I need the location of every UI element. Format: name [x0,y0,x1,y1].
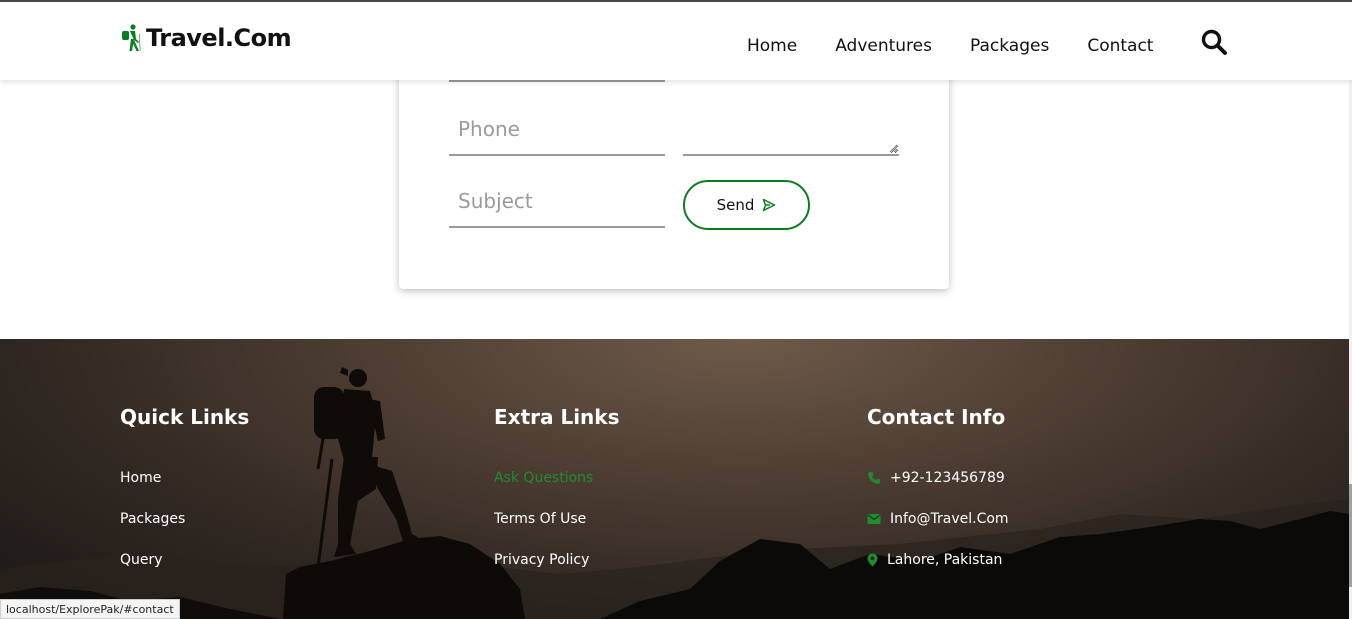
nav-item-packages[interactable]: Packages [970,36,1049,56]
brand-logo[interactable]: Travel.Com [120,24,292,52]
footer-link-privacy-policy[interactable]: Privacy Policy [494,539,620,580]
nav-item-adventures[interactable]: Adventures [835,36,932,56]
subject-field[interactable] [449,176,665,228]
resize-handle-icon[interactable] [889,144,898,153]
browser-status-bar: localhost/ExplorePak/#contact [0,599,180,619]
footer-link-packages[interactable]: Packages [120,498,249,539]
paper-plane-icon [763,198,776,212]
contact-info-column: Contact Info +92-123456789 Info@Travel.C… [867,405,1009,580]
phone-field[interactable] [449,104,665,156]
main-nav: Home Adventures Packages Contact [747,36,1191,56]
contact-phone-link[interactable]: +92-123456789 [867,457,1009,498]
nav-item-home[interactable]: Home [747,36,797,56]
footer-link-ask-questions[interactable]: Ask Questions [494,457,620,498]
send-button[interactable]: Send [683,180,810,230]
footer-link-home[interactable]: Home [120,457,249,498]
extra-links-column: Extra Links Ask Questions Terms Of Use P… [494,405,620,580]
contact-email-link[interactable]: Info@Travel.Com [867,498,1009,539]
envelope-icon [867,513,881,524]
contact-location-link[interactable]: Lahore, Pakistan [867,539,1009,580]
contact-phone: +92-123456789 [890,469,1005,486]
quick-links-heading: Quick Links [120,405,250,429]
quick-links-column: Quick Links Home Packages Query [120,405,249,580]
message-field[interactable] [683,104,899,156]
extra-links-heading: Extra Links [494,405,620,429]
send-label: Send [716,196,755,214]
footer-link-query[interactable]: Query [120,539,249,580]
site-header: Travel.Com Home Adventures Packages Cont… [0,2,1352,80]
nav-item-contact[interactable]: Contact [1087,36,1153,56]
contact-location: Lahore, Pakistan [887,551,1003,568]
search-icon[interactable] [1200,28,1228,56]
contact-email: Info@Travel.Com [890,510,1009,527]
brand-name: Travel.Com [146,24,292,52]
phone-icon [868,471,880,484]
map-marker-icon [867,553,878,566]
hiker-icon [122,24,141,51]
footer-link-terms-of-use[interactable]: Terms Of Use [494,498,620,539]
site-footer: Quick Links Home Packages Query Extra Li… [0,339,1349,619]
contact-info-heading: Contact Info [867,405,1006,429]
